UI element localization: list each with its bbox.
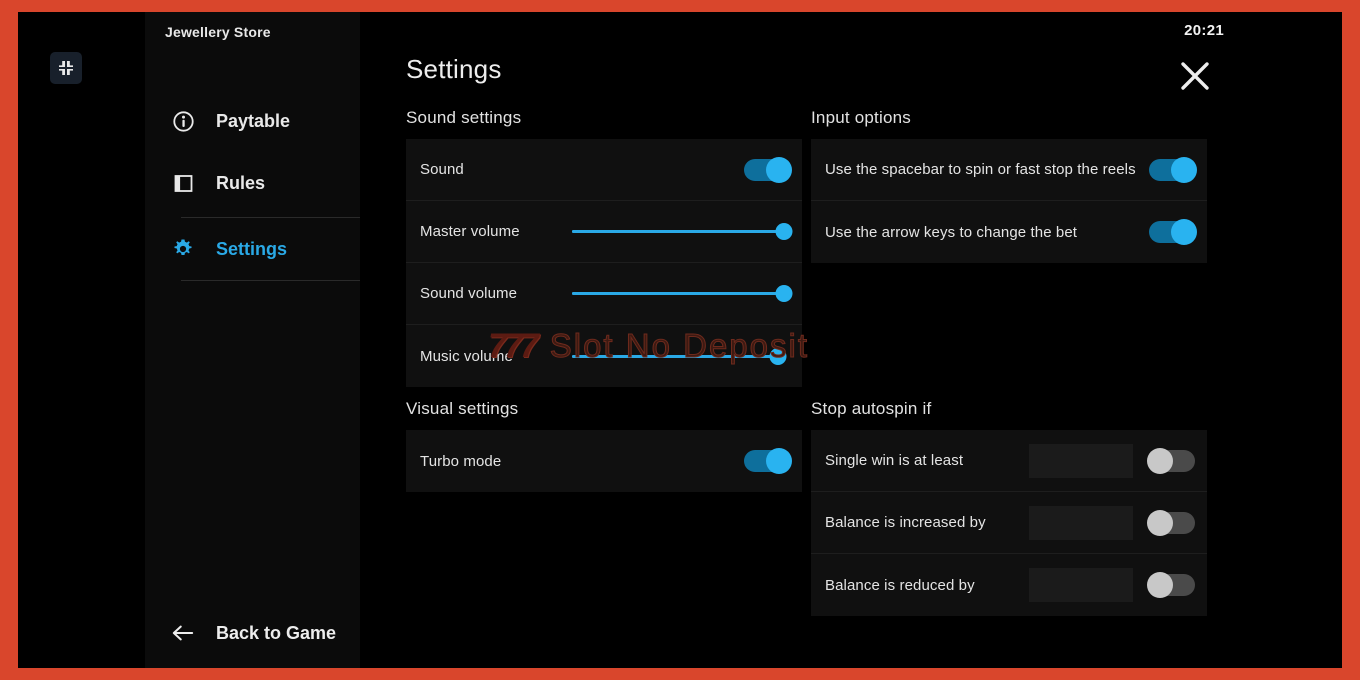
row-label: Music volume bbox=[420, 347, 513, 365]
page-title: Settings bbox=[406, 54, 502, 84]
section-heading: Visual settings bbox=[406, 399, 519, 418]
sound-toggle[interactable] bbox=[744, 156, 792, 183]
row-sound-volume[interactable]: Sound volume bbox=[406, 263, 802, 325]
row-label: Master volume bbox=[420, 223, 520, 240]
arrow-keys-bet-toggle[interactable] bbox=[1149, 219, 1197, 245]
row-spacebar-spin[interactable]: Use the spacebar to spin or fast stop th… bbox=[811, 139, 1207, 201]
section-body: Turbo mode bbox=[406, 430, 802, 492]
game-stage: 20:21 Jewellery Store Paytable Rules Set… bbox=[18, 12, 1342, 668]
sidebar-divider-bottom bbox=[181, 280, 360, 281]
section-stop-autospin: Stop autospin if Single win is at least … bbox=[811, 399, 1207, 616]
slider-fill bbox=[572, 354, 778, 358]
slider-knob[interactable] bbox=[769, 347, 787, 365]
row-balance-increased[interactable]: Balance is increased by bbox=[811, 492, 1207, 554]
toggle-knob bbox=[1147, 509, 1173, 536]
back-to-game-label: Back to Game bbox=[216, 622, 337, 643]
row-label: Turbo mode bbox=[420, 452, 502, 470]
balance-increased-toggle[interactable] bbox=[1147, 509, 1195, 536]
toggle-knob bbox=[766, 448, 792, 474]
row-label: Balance is increased by bbox=[825, 514, 986, 531]
back-to-game-button[interactable]: Back to Game bbox=[145, 606, 360, 660]
game-frame: 20:21 Jewellery Store Paytable Rules Set… bbox=[0, 0, 1360, 680]
info-icon bbox=[172, 110, 194, 132]
row-label: Sound volume bbox=[420, 285, 518, 302]
balance-reduced-toggle[interactable] bbox=[1147, 572, 1195, 598]
section-sound-settings: Sound settings Sound Master volume Sound… bbox=[406, 108, 802, 387]
toggle-knob bbox=[766, 156, 792, 183]
spacebar-spin-toggle[interactable] bbox=[1149, 156, 1197, 183]
section-heading: Input options bbox=[811, 108, 911, 127]
balance-increased-input[interactable] bbox=[1029, 505, 1133, 540]
section-body: Sound Master volume Sound volume Music v… bbox=[406, 139, 802, 387]
sidebar-item-label: Settings bbox=[216, 238, 288, 259]
book-icon bbox=[172, 172, 194, 194]
arrow-left-icon bbox=[172, 622, 194, 644]
section-visual-settings: Visual settings Turbo mode bbox=[406, 399, 802, 492]
gear-icon bbox=[172, 238, 194, 260]
slider-fill bbox=[572, 292, 784, 295]
sidebar-item-settings[interactable]: Settings bbox=[145, 218, 360, 280]
sidebar-item-label: Paytable bbox=[216, 110, 291, 131]
sidebar-item-paytable[interactable]: Paytable bbox=[145, 90, 360, 152]
single-win-toggle[interactable] bbox=[1147, 447, 1195, 474]
section-heading: Stop autospin if bbox=[811, 399, 932, 418]
row-label: Single win is at least bbox=[825, 452, 964, 469]
row-turbo-mode[interactable]: Turbo mode bbox=[406, 430, 802, 492]
row-label: Balance is reduced by bbox=[825, 576, 975, 594]
sidebar-item-rules[interactable]: Rules bbox=[145, 152, 360, 214]
section-body: Single win is at least Balance is increa… bbox=[811, 430, 1207, 616]
sidebar: Jewellery Store Paytable Rules Settings … bbox=[145, 12, 360, 668]
row-master-volume[interactable]: Master volume bbox=[406, 201, 802, 263]
section-body: Use the spacebar to spin or fast stop th… bbox=[811, 139, 1207, 263]
game-title: Jewellery Store bbox=[165, 24, 271, 40]
row-sound[interactable]: Sound bbox=[406, 139, 802, 201]
toggle-knob bbox=[1171, 156, 1197, 183]
toggle-knob bbox=[1147, 572, 1173, 598]
single-win-input[interactable] bbox=[1029, 443, 1133, 478]
row-single-win[interactable]: Single win is at least bbox=[811, 430, 1207, 492]
settings-content: Settings Sound settings Sound Master vol… bbox=[360, 12, 1342, 668]
master-volume-slider[interactable] bbox=[572, 221, 793, 243]
slider-fill bbox=[572, 230, 784, 233]
row-arrow-keys-bet[interactable]: Use the arrow keys to change the bet bbox=[811, 201, 1207, 263]
row-label: Use the spacebar to spin or fast stop th… bbox=[825, 161, 1136, 178]
exit-fullscreen-button[interactable] bbox=[50, 52, 82, 84]
sound-volume-slider[interactable] bbox=[572, 283, 793, 305]
section-input-options: Input options Use the spacebar to spin o… bbox=[811, 108, 1207, 263]
music-volume-slider[interactable] bbox=[572, 345, 787, 367]
toggle-knob bbox=[1171, 219, 1197, 245]
toggle-knob bbox=[1147, 447, 1173, 474]
row-balance-reduced[interactable]: Balance is reduced by bbox=[811, 554, 1207, 616]
row-label: Use the arrow keys to change the bet bbox=[825, 223, 1078, 241]
slider-knob[interactable] bbox=[775, 223, 793, 240]
row-label: Sound bbox=[420, 161, 464, 178]
turbo-mode-toggle[interactable] bbox=[744, 448, 792, 474]
section-heading: Sound settings bbox=[406, 108, 522, 127]
sidebar-item-label: Rules bbox=[216, 172, 266, 193]
balance-reduced-input[interactable] bbox=[1029, 568, 1133, 602]
exit-fullscreen-icon bbox=[59, 61, 73, 75]
slider-knob[interactable] bbox=[775, 285, 793, 302]
row-music-volume[interactable]: Music volume bbox=[406, 325, 802, 387]
